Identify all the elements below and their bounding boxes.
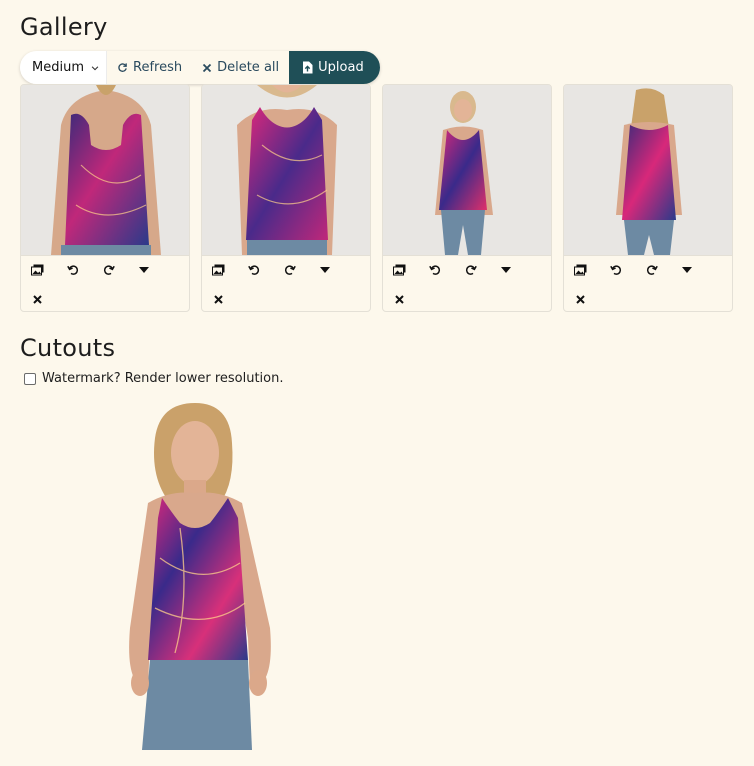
- gallery-grid: [20, 84, 733, 313]
- rotate-left-icon[interactable]: [429, 264, 465, 276]
- image-stack-icon[interactable]: [393, 264, 429, 276]
- chevron-down-icon: [91, 65, 99, 70]
- rotate-right-icon[interactable]: [284, 264, 320, 276]
- refresh-label: Refresh: [133, 60, 183, 75]
- cutouts-title: Cutouts: [20, 334, 116, 362]
- rotate-right-icon[interactable]: [465, 264, 501, 276]
- watermark-option[interactable]: Watermark? Render lower resolution.: [24, 371, 284, 386]
- upload-label: Upload: [318, 60, 364, 75]
- gallery-card: [563, 84, 733, 312]
- rotate-right-icon[interactable]: [103, 264, 139, 276]
- file-upload-icon: [302, 61, 313, 74]
- caret-down-icon[interactable]: [501, 267, 537, 273]
- remove-close-icon[interactable]: [214, 289, 223, 308]
- rotate-left-icon[interactable]: [248, 264, 284, 276]
- refresh-button[interactable]: Refresh: [107, 51, 192, 84]
- delete-all-label: Delete all: [217, 60, 280, 75]
- product-photo-back-full[interactable]: [564, 85, 732, 256]
- remove-close-icon[interactable]: [576, 289, 585, 308]
- gallery-card: [382, 84, 552, 312]
- product-photo-front[interactable]: [202, 85, 370, 256]
- watermark-label: Watermark? Render lower resolution.: [42, 371, 284, 386]
- size-select[interactable]: Medium: [20, 51, 107, 84]
- size-select-value: Medium: [32, 60, 84, 75]
- gallery-title: Gallery: [20, 13, 108, 41]
- caret-down-icon[interactable]: [139, 267, 175, 273]
- image-stack-icon[interactable]: [574, 264, 610, 276]
- refresh-icon: [117, 62, 128, 73]
- watermark-checkbox[interactable]: [24, 372, 36, 385]
- product-photo-back[interactable]: [21, 85, 189, 256]
- image-stack-icon[interactable]: [31, 264, 67, 276]
- gallery-card: [201, 84, 371, 312]
- product-photo-front-full[interactable]: [383, 85, 551, 256]
- gallery-toolbar: Medium Refresh Delete all Upload: [20, 51, 380, 84]
- close-icon: [202, 63, 212, 73]
- upload-button[interactable]: Upload: [289, 51, 380, 84]
- rotate-right-icon[interactable]: [646, 264, 682, 276]
- rotate-left-icon[interactable]: [67, 264, 103, 276]
- remove-close-icon[interactable]: [33, 289, 42, 308]
- image-stack-icon[interactable]: [212, 264, 248, 276]
- caret-down-icon[interactable]: [320, 267, 356, 273]
- delete-all-button[interactable]: Delete all: [192, 51, 289, 84]
- cutout-image[interactable]: [120, 398, 280, 750]
- caret-down-icon[interactable]: [682, 267, 718, 273]
- rotate-left-icon[interactable]: [610, 264, 646, 276]
- gallery-card: [20, 84, 190, 312]
- remove-close-icon[interactable]: [395, 289, 404, 308]
